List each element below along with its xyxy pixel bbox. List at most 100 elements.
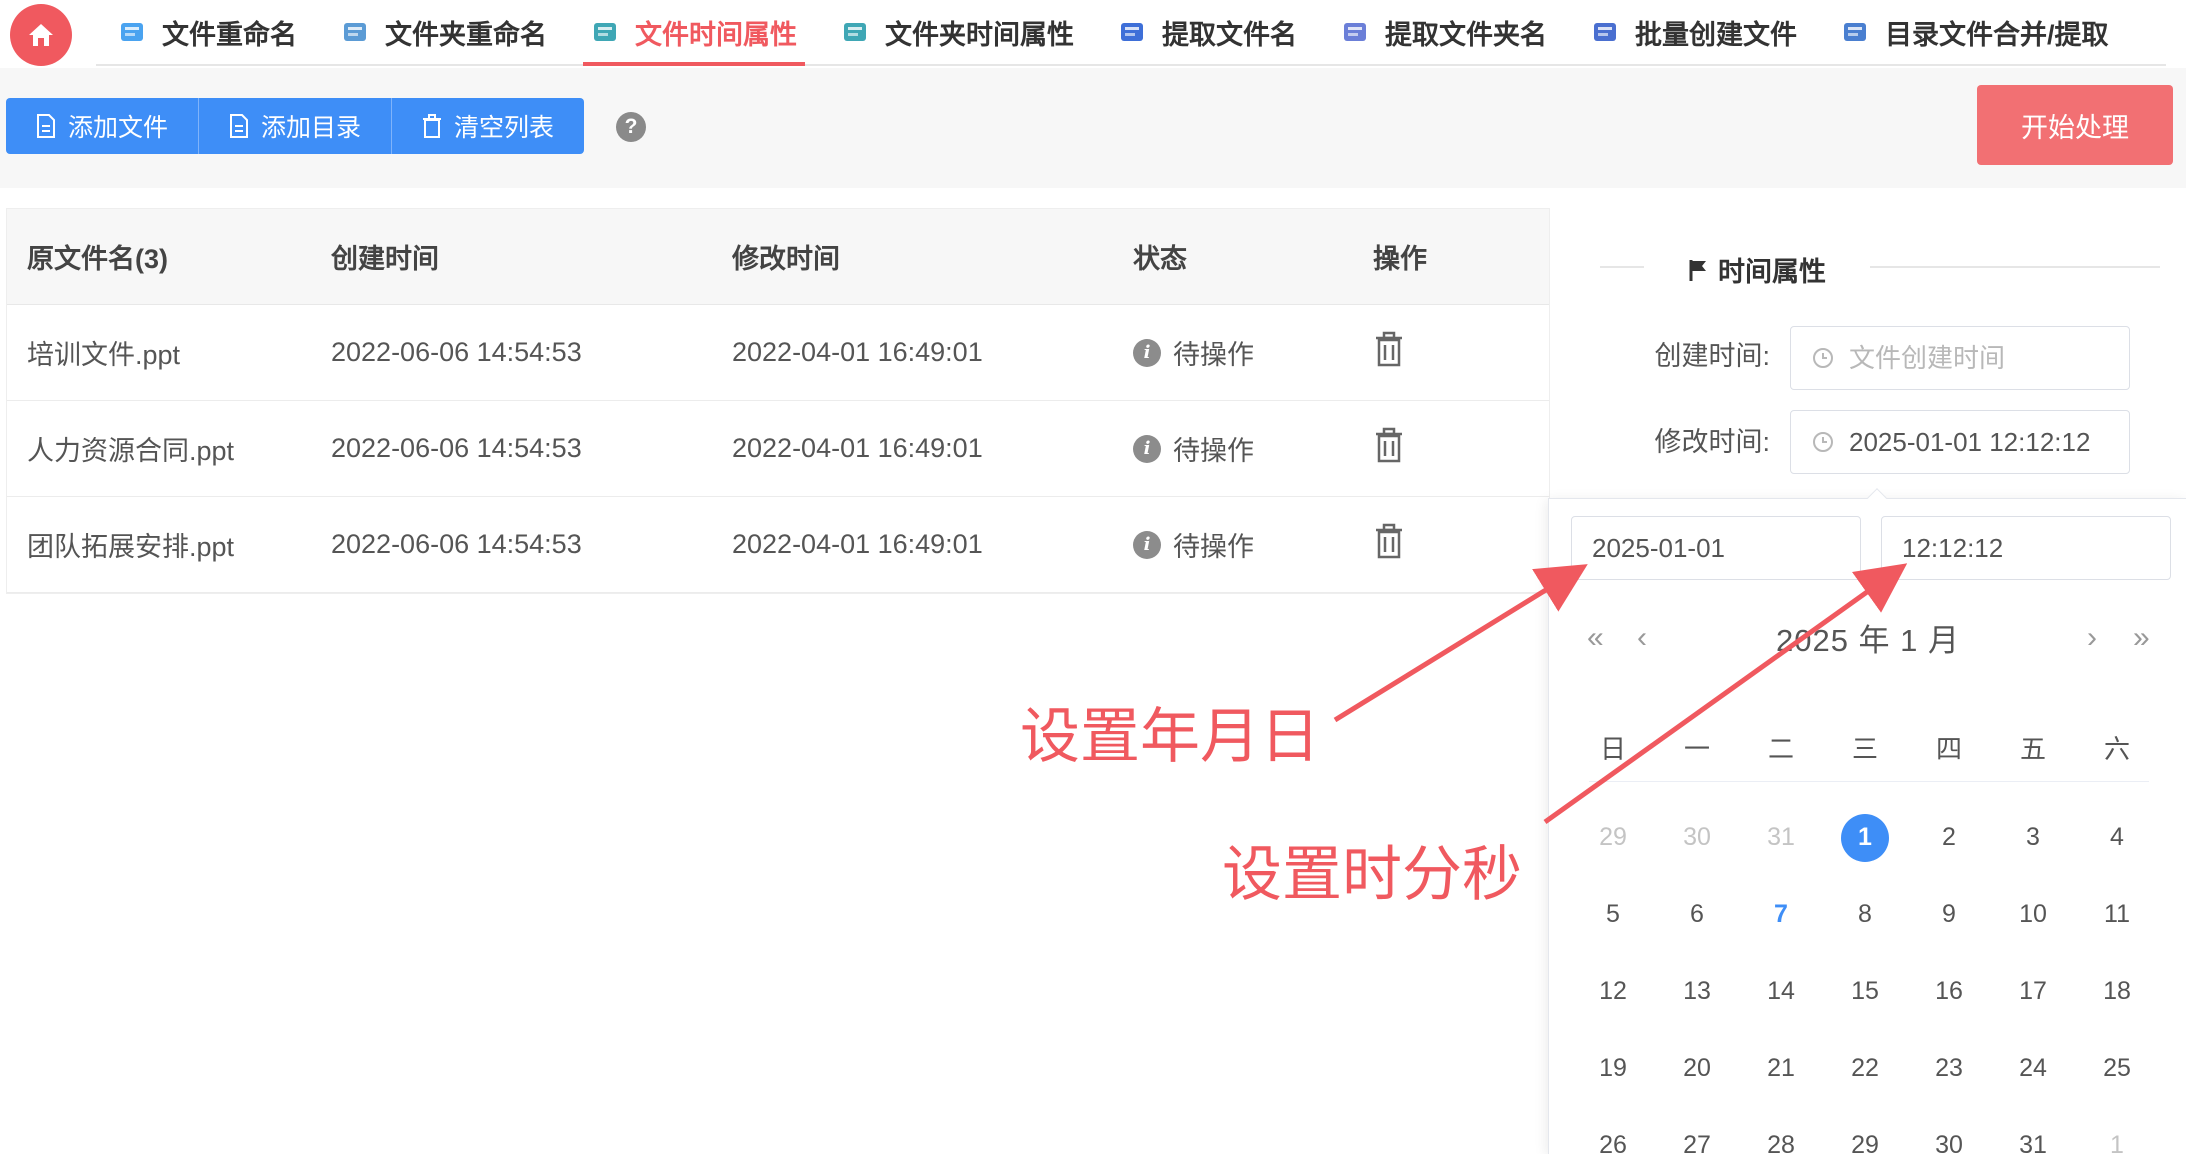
tab-extract-filename[interactable]: 提取文件名 — [1096, 0, 1319, 64]
calendar-day[interactable]: 12 — [1571, 953, 1655, 1030]
file-time-icon — [591, 19, 621, 45]
next-month-button[interactable]: › — [2087, 621, 2097, 655]
day-number: 29 — [1599, 823, 1627, 851]
calendar-day[interactable]: 20 — [1655, 1030, 1739, 1107]
calendar-day[interactable]: 9 — [1907, 876, 1991, 953]
home-button[interactable] — [10, 4, 72, 66]
extract-filename-icon — [1118, 19, 1148, 45]
calendar-day[interactable]: 26 — [1571, 1107, 1655, 1154]
calendar-day[interactable]: 4 — [2075, 799, 2159, 876]
file-rename-icon — [118, 19, 148, 45]
home-icon — [29, 24, 53, 46]
picker-time-field[interactable] — [1881, 516, 2171, 580]
calendar-day-selected[interactable]: 1 — [1823, 799, 1907, 876]
calendar-day[interactable]: 16 — [1907, 953, 1991, 1030]
calendar-day[interactable]: 27 — [1655, 1107, 1739, 1154]
cell-created: 2022-06-06 14:54:53 — [331, 433, 582, 463]
calendar-day[interactable]: 19 — [1571, 1030, 1655, 1107]
calendar-day[interactable]: 8 — [1823, 876, 1907, 953]
calendar-day[interactable]: 5 — [1571, 876, 1655, 953]
picker-date-field[interactable] — [1571, 516, 1861, 580]
calendar-day[interactable]: 31 — [1991, 1107, 2075, 1154]
start-processing-button[interactable]: 开始处理 — [1977, 85, 2173, 165]
calendar-day[interactable]: 15 — [1823, 953, 1907, 1030]
table-row[interactable]: 人力资源合同.ppt 2022-06-06 14:54:53 2022-04-01 … — [7, 401, 1549, 497]
day-number: 22 — [1851, 1054, 1879, 1082]
trash-icon[interactable] — [1373, 523, 1405, 559]
cell-modified: 2022-04-01 16:49:01 — [732, 337, 983, 367]
merge-extract-icon — [1841, 19, 1871, 45]
add-file-button[interactable]: 添加文件 — [6, 98, 200, 154]
calendar-day[interactable]: 13 — [1655, 953, 1739, 1030]
tab-extract-foldername[interactable]: 提取文件夹名 — [1319, 0, 1569, 64]
day-number: 28 — [1767, 1131, 1795, 1154]
day-number: 31 — [1767, 823, 1795, 851]
day-number: 4 — [2110, 823, 2124, 851]
cell-filename: 团队拓展安排.ppt — [27, 532, 235, 562]
calendar-day[interactable]: 11 — [2075, 876, 2159, 953]
create-time-input[interactable] — [1849, 342, 2119, 374]
help-icon[interactable]: ? — [616, 112, 646, 142]
day-number: 27 — [1683, 1131, 1711, 1154]
calendar-day[interactable]: 18 — [2075, 953, 2159, 1030]
time-attribute-panel: 时间属性 创建时间: 修改时间: — [1570, 208, 2186, 508]
calendar-day[interactable]: 14 — [1739, 953, 1823, 1030]
create-time-field[interactable] — [1790, 326, 2130, 390]
calendar-day[interactable]: 31 — [1739, 799, 1823, 876]
trash-icon[interactable] — [1373, 331, 1405, 367]
calendar-day[interactable]: 21 — [1739, 1030, 1823, 1107]
document-icon — [230, 114, 249, 138]
prev-year-button[interactable]: « — [1587, 621, 1604, 655]
day-number: 6 — [1690, 900, 1704, 928]
tab-file-rename[interactable]: 文件重命名 — [96, 0, 319, 64]
picker-time-input[interactable] — [1902, 532, 2152, 564]
calendar-day[interactable]: 29 — [1823, 1107, 1907, 1154]
calendar-day[interactable]: 3 — [1991, 799, 2075, 876]
info-icon: i — [1133, 434, 1161, 463]
cell-action — [1373, 523, 1543, 566]
calendar-day[interactable]: 1 — [2075, 1107, 2159, 1154]
clear-list-button[interactable]: 清空列表 — [392, 98, 585, 154]
divider — [1589, 781, 2149, 782]
tab-merge-extract[interactable]: 目录文件合并/提取 — [1819, 0, 2131, 64]
tab-batch-create[interactable]: 批量创建文件 — [1569, 0, 1819, 64]
tab-file-time[interactable]: 文件时间属性 — [569, 0, 819, 66]
add-directory-button[interactable]: 添加目录 — [199, 98, 393, 154]
calendar-day[interactable]: 30 — [1655, 799, 1739, 876]
table-row[interactable]: 团队拓展安排.ppt 2022-06-06 14:54:53 2022-04-01 … — [7, 497, 1549, 593]
calendar-day[interactable]: 29 — [1571, 799, 1655, 876]
day-number: 23 — [1935, 1054, 1963, 1082]
trash-icon[interactable] — [1373, 427, 1405, 463]
calendar-day-today[interactable]: 7 — [1739, 876, 1823, 953]
table-row[interactable]: 培训文件.ppt 2022-06-06 14:54:53 2022-04-01 16… — [7, 305, 1549, 401]
file-table: 原文件名(3) 创建时间 修改时间 状态 操作 培训文件.ppt 2022-06-… — [6, 208, 1550, 594]
calendar-day[interactable]: 17 — [1991, 953, 2075, 1030]
day-number: 14 — [1767, 977, 1795, 1005]
calendar-day[interactable]: 23 — [1907, 1030, 1991, 1107]
next-year-button[interactable]: » — [2133, 621, 2150, 655]
calendar-day[interactable]: 10 — [1991, 876, 2075, 953]
add-directory-label: 添加目录 — [261, 114, 362, 142]
file-button-group: 添加文件 添加目录 清空列表 — [6, 98, 585, 154]
modify-time-field[interactable] — [1790, 410, 2130, 474]
clock-icon — [1813, 432, 1833, 452]
calendar-day[interactable]: 6 — [1655, 876, 1739, 953]
tab-folder-rename[interactable]: 文件夹重命名 — [319, 0, 569, 64]
prev-month-button[interactable]: ‹ — [1637, 621, 1647, 655]
day-number: 2 — [1942, 823, 1956, 851]
tab-folder-time[interactable]: 文件夹时间属性 — [819, 0, 1096, 64]
modify-time-input[interactable] — [1849, 426, 2119, 458]
calendar-day[interactable]: 30 — [1907, 1107, 1991, 1154]
calendar-day[interactable]: 24 — [1991, 1030, 2075, 1107]
calendar-day[interactable]: 2 — [1907, 799, 1991, 876]
calendar-day[interactable]: 22 — [1823, 1030, 1907, 1107]
calendar-day[interactable]: 25 — [2075, 1030, 2159, 1107]
add-file-label: 添加文件 — [68, 114, 169, 142]
day-number: 25 — [2103, 1054, 2131, 1082]
create-time-label: 创建时间: — [1654, 341, 1770, 371]
picker-date-input[interactable] — [1592, 532, 1842, 564]
calendar-day[interactable]: 28 — [1739, 1107, 1823, 1154]
day-number: 11 — [2104, 900, 2130, 928]
cell-created: 2022-06-06 14:54:53 — [331, 337, 582, 367]
clock-icon — [1813, 348, 1833, 368]
